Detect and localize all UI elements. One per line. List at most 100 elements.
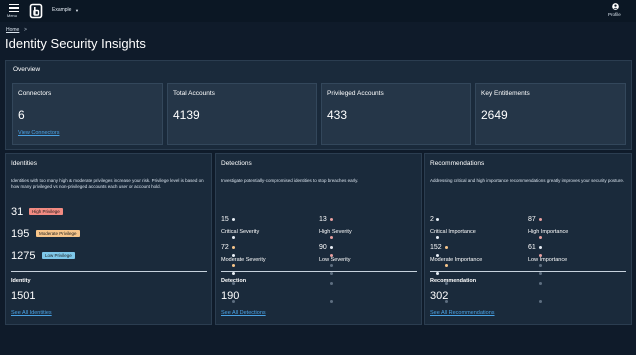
stat-label: Privileged Accounts: [327, 90, 384, 97]
filled-dot-icon: [232, 218, 236, 222]
severity-dots: [232, 246, 236, 304]
metric-value: 15: [221, 216, 229, 223]
metric-value: 90: [319, 244, 327, 251]
filled-dot-icon: [232, 246, 236, 250]
importance-dots: [445, 246, 449, 304]
filled-dot-icon: [445, 264, 449, 268]
filled-dot-icon: [539, 218, 543, 222]
workspace-selector[interactable]: Example: [52, 7, 71, 13]
profile-label: Profile: [608, 12, 621, 17]
see-all-recommendations-link[interactable]: See All Recommendations: [430, 310, 495, 316]
profile-button[interactable]: Profile: [605, 3, 627, 19]
low-privilege-count: 1275: [11, 250, 36, 262]
identity-total-value: 1501: [11, 290, 36, 302]
empty-dot-icon: [330, 272, 334, 276]
breadcrumb-separator: >: [24, 27, 27, 33]
empty-dot-icon: [330, 282, 334, 286]
identity-total-label: Identity: [11, 278, 31, 284]
importance-dots: [539, 246, 543, 304]
metric-value: 61: [528, 244, 536, 251]
identities-description: Identities with too many high & moderate…: [11, 178, 204, 189]
metric-value: 152: [430, 244, 442, 251]
metric-label: Critical Severity: [221, 229, 260, 235]
overview-title: Overview: [13, 66, 41, 73]
high-privilege-badge: High Privilege: [29, 208, 63, 215]
empty-dot-icon: [330, 300, 334, 304]
app-logo[interactable]: [29, 3, 43, 19]
view-connectors-link[interactable]: View Connectors: [18, 130, 59, 136]
low-privilege-badge: Low Privilege: [42, 252, 75, 259]
severity-dots: [330, 246, 334, 304]
overview-section: Overview Connectors 6 View Connectors To…: [5, 60, 632, 150]
see-all-identities-link[interactable]: See All Identities: [11, 310, 52, 316]
identities-title: Identities: [11, 160, 38, 167]
stat-value: 6: [18, 108, 25, 122]
moderate-privilege-count: 195: [11, 228, 30, 240]
see-all-detections-link[interactable]: See All Detections: [221, 310, 266, 316]
filled-dot-icon: [436, 236, 440, 240]
filled-dot-icon: [436, 218, 440, 222]
recommendations-title: Recommendations: [430, 160, 485, 167]
divider: [430, 271, 626, 272]
filled-dot-icon: [330, 246, 334, 250]
metric-label: Moderate Severity: [221, 257, 266, 263]
recommendations-panel: Recommendations Addressing critical and …: [424, 153, 632, 325]
filled-dot-icon: [232, 236, 236, 240]
menu-label: Menu: [7, 13, 18, 18]
importance-dots: [539, 218, 543, 276]
stat-card-connectors[interactable]: Connectors 6 View Connectors: [12, 83, 163, 145]
detection-total-label: Detection: [221, 278, 247, 284]
moderate-privilege-badge: Moderate Privilege: [36, 230, 80, 237]
page-title: Identity Security Insights: [5, 36, 146, 51]
detections-description: Investigate potentially-compromised iden…: [221, 178, 359, 183]
stat-label: Connectors: [18, 90, 52, 97]
detections-title: Detections: [221, 160, 252, 167]
user-icon: [612, 3, 619, 10]
stat-value: 4139: [173, 108, 200, 122]
recommendation-total-label: Recommendation: [430, 278, 477, 284]
metric-value: 13: [319, 216, 327, 223]
menu-button[interactable]: Menu: [6, 3, 22, 20]
stat-value: 2649: [481, 108, 508, 122]
divider: [11, 271, 207, 272]
recommendation-total-value: 302: [430, 290, 449, 302]
filled-dot-icon: [330, 236, 334, 240]
divider: [221, 271, 417, 272]
metric-label: Low Importance: [528, 257, 568, 263]
empty-dot-icon: [539, 272, 543, 276]
severity-dots: [330, 218, 334, 276]
metric-value: 72: [221, 244, 229, 251]
breadcrumb: Home: [6, 27, 19, 33]
metric-label: Low Severity: [319, 257, 351, 263]
stat-value: 433: [327, 108, 348, 122]
filled-dot-icon: [330, 218, 334, 222]
metric-value: 2: [430, 216, 434, 223]
identities-panel: Identities Identities with too many high…: [5, 153, 212, 325]
stat-label: Key Entitlements: [481, 90, 530, 97]
filled-dot-icon: [445, 246, 449, 250]
filled-dot-icon: [436, 272, 440, 276]
metric-label: High Severity: [319, 229, 352, 235]
metric-label: Moderate Importance: [430, 257, 483, 263]
stat-card-total-accounts[interactable]: Total Accounts 4139: [167, 83, 317, 145]
filled-dot-icon: [539, 246, 543, 250]
detections-panel: Detections Investigate potentially-compr…: [215, 153, 422, 325]
detection-total-value: 190: [221, 290, 240, 302]
recommendations-description: Addressing critical and high importance …: [430, 178, 625, 183]
empty-dot-icon: [330, 264, 334, 268]
metric-label: High Importance: [528, 229, 569, 235]
filled-dot-icon: [232, 264, 236, 268]
chevron-down-icon[interactable]: ▼: [75, 8, 79, 13]
filled-dot-icon: [232, 272, 236, 276]
empty-dot-icon: [539, 300, 543, 304]
stat-label: Total Accounts: [173, 90, 215, 97]
empty-dot-icon: [539, 264, 543, 268]
filled-dot-icon: [539, 236, 543, 240]
stat-card-key-entitlements[interactable]: Key Entitlements 2649: [475, 83, 626, 145]
stat-card-privileged-accounts[interactable]: Privileged Accounts 433: [321, 83, 471, 145]
metric-label: Critical Importance: [430, 229, 476, 235]
importance-dots: [436, 218, 440, 276]
breadcrumb-home-link[interactable]: Home: [6, 27, 19, 33]
high-privilege-count: 31: [11, 206, 24, 218]
metric-value: 87: [528, 216, 536, 223]
